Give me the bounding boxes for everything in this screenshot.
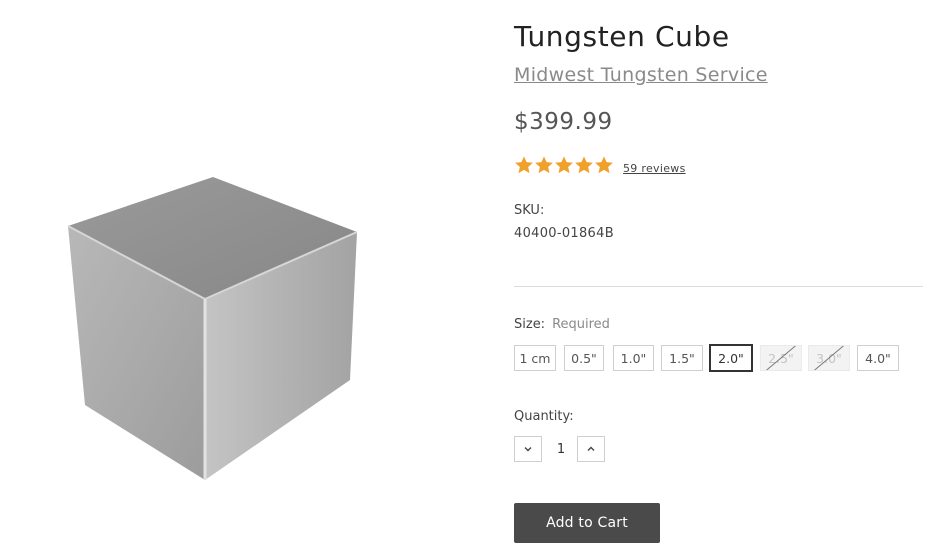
size-option-label: 4.0" — [865, 350, 891, 366]
product-price: $399.99 — [514, 109, 613, 135]
brand-link[interactable]: Midwest Tungsten Service — [514, 64, 768, 86]
size-option-label: Size: Required — [514, 317, 610, 332]
sku-label: SKU: — [514, 203, 545, 218]
star-icon — [555, 156, 573, 174]
size-option-1-5in[interactable]: 1.5" — [661, 345, 703, 371]
rating: 59 reviews — [514, 150, 686, 180]
reviews-link[interactable]: 59 reviews — [623, 162, 686, 175]
size-option-label: 1 cm — [519, 350, 551, 366]
divider — [514, 286, 923, 287]
size-option-4-0in[interactable]: 4.0" — [857, 345, 899, 371]
star-icon — [595, 156, 613, 174]
size-option-1cm[interactable]: 1 cm — [514, 345, 556, 371]
star-icon — [515, 156, 533, 174]
size-option-2-5in[interactable]: 2.5" — [760, 345, 802, 371]
size-option-label: 1.5" — [669, 350, 695, 366]
star-icon — [535, 156, 553, 174]
star-icon — [575, 156, 593, 174]
size-option-label: 1.0" — [620, 350, 647, 366]
add-to-cart-button[interactable]: Add to Cart — [514, 503, 660, 543]
star-rating — [514, 155, 614, 175]
quantity-input[interactable] — [546, 436, 576, 462]
chevron-down-icon — [524, 447, 532, 452]
product-title: Tungsten Cube — [514, 20, 730, 53]
size-option-0-5in[interactable]: 0.5" — [564, 345, 604, 371]
size-option-1-0in[interactable]: 1.0" — [613, 345, 654, 371]
quantity-decrease-button[interactable] — [514, 436, 542, 462]
quantity-increase-button[interactable] — [577, 436, 605, 462]
sku-value: 40400-01864B — [514, 226, 614, 241]
product-image-pane — [0, 0, 500, 558]
tungsten-cube-image[interactable] — [60, 170, 365, 490]
product-info: Tungsten Cube Midwest Tungsten Service $… — [514, 0, 924, 558]
size-required-label: Required — [552, 317, 610, 332]
quantity-label: Quantity: — [514, 409, 574, 424]
size-label: Size: — [514, 317, 546, 332]
size-option-3-0in[interactable]: 3.0" — [808, 345, 850, 371]
chevron-up-icon — [587, 446, 595, 451]
size-option-label: 2.0" — [718, 350, 744, 366]
size-option-label: 0.5" — [571, 350, 597, 366]
size-option-2-0in[interactable]: 2.0" — [709, 344, 753, 372]
